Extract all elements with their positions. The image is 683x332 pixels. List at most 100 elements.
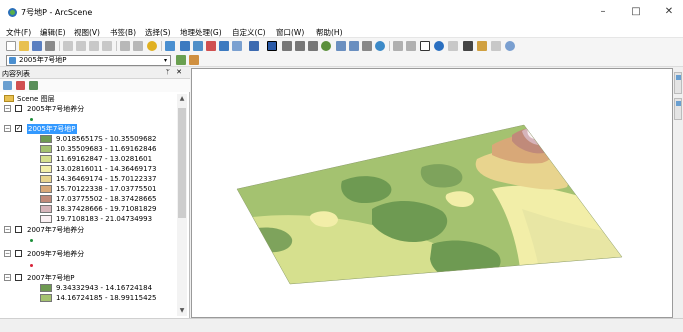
open-folder-icon[interactable]	[19, 41, 29, 51]
undo-icon[interactable]	[120, 41, 130, 51]
legend-class-row[interactable]: 11.69162847 - 13.0281601	[0, 154, 178, 164]
layer-row[interactable]: − 2007年7号地养分	[0, 225, 178, 235]
legend-class-row[interactable]: 9.34332943 - 14.16724184	[0, 283, 178, 293]
collapse-icon[interactable]: −	[4, 226, 11, 233]
pan-icon[interactable]	[362, 41, 372, 51]
layer-visibility-checkbox[interactable]	[15, 250, 22, 257]
catalog-window-icon[interactable]	[180, 41, 190, 51]
select-elements-icon[interactable]	[420, 41, 430, 51]
legend-class-row[interactable]: 17.03775502 - 18.37428665	[0, 194, 178, 204]
maximize-button[interactable]: □	[627, 5, 645, 19]
print-icon[interactable]	[45, 41, 55, 51]
copy-icon[interactable]	[76, 41, 86, 51]
delete-icon[interactable]	[102, 41, 112, 51]
globe-view-icon[interactable]	[505, 41, 515, 51]
toc-scrollbar[interactable]: ▲ ▼	[177, 94, 187, 316]
menu-view[interactable]: 视图(V)	[74, 27, 100, 38]
class-label: 9.01856517S - 10.35509682	[56, 135, 157, 143]
list-by-drawing-order-icon[interactable]	[3, 81, 12, 90]
catalog-dock-tab[interactable]	[674, 72, 682, 94]
add-data-icon[interactable]	[147, 41, 157, 51]
scrollbar-thumb[interactable]	[178, 108, 186, 218]
legend-class-row[interactable]: 15.70122338 - 17.03775501	[0, 184, 178, 194]
menu-geoprocessing[interactable]: 地理处理(G)	[180, 27, 222, 38]
scene-layer-row[interactable]: Scene 图层	[0, 94, 178, 104]
layer-visibility-checkbox[interactable]	[15, 274, 22, 281]
menu-edit[interactable]: 编辑(E)	[40, 27, 66, 38]
cut-icon[interactable]	[63, 41, 73, 51]
menu-file[interactable]: 文件(F)	[6, 27, 31, 38]
zoom-out-icon[interactable]	[349, 41, 359, 51]
scroll-down-icon[interactable]: ▼	[177, 306, 187, 316]
layer-row[interactable]: − 2009年7号地养分	[0, 249, 178, 259]
collapse-icon[interactable]: −	[4, 125, 11, 132]
navigate-icon[interactable]	[249, 41, 259, 51]
set-observer-icon[interactable]	[308, 41, 318, 51]
search-window-icon[interactable]	[193, 41, 203, 51]
fly-icon[interactable]	[267, 41, 277, 51]
redo-icon[interactable]	[133, 41, 143, 51]
arctoolbox-icon[interactable]	[206, 41, 216, 51]
layer-row-selected[interactable]: − ✓ 2005年7号地P	[0, 124, 178, 134]
clear-selection-icon[interactable]	[406, 41, 416, 51]
python-window-icon[interactable]	[219, 41, 229, 51]
layer-visibility-checkbox[interactable]: ✓	[15, 125, 22, 132]
legend-class-row[interactable]: 14.16724185 - 18.99115425	[0, 293, 178, 303]
toc-close-button[interactable]: ✕	[176, 68, 182, 76]
layer-visibility-checkbox[interactable]	[15, 105, 22, 112]
menu-windows[interactable]: 窗口(W)	[276, 27, 304, 38]
find-icon[interactable]	[463, 41, 473, 51]
list-by-source-icon[interactable]	[16, 81, 25, 90]
collapse-icon[interactable]: −	[4, 250, 11, 257]
minimize-button[interactable]: –	[594, 5, 612, 19]
layer-name: 2009年7号地养分	[27, 250, 85, 258]
legend-class-row[interactable]: 9.01856517S - 10.35509682	[0, 134, 178, 144]
center-on-target-icon[interactable]	[282, 41, 292, 51]
toolbar-separator	[116, 41, 117, 51]
class-swatch	[40, 215, 52, 223]
close-button[interactable]: ✕	[660, 5, 678, 19]
menu-help[interactable]: 帮助(H)	[316, 27, 343, 38]
measure-icon[interactable]	[477, 41, 487, 51]
identify-icon[interactable]	[434, 41, 444, 51]
layer-visibility-checkbox[interactable]	[15, 226, 22, 233]
layer-dropdown[interactable]: 2005年7号地P ▾	[6, 55, 171, 66]
full-extent-icon[interactable]	[375, 41, 385, 51]
layer-name: 2005年7号地P	[27, 124, 77, 134]
menu-selection[interactable]: 选择(S)	[145, 27, 171, 38]
zoom-to-target-icon[interactable]	[295, 41, 305, 51]
list-by-visibility-icon[interactable]	[29, 81, 38, 90]
legend-class-row[interactable]: 14.36469174 - 15.70122337	[0, 174, 178, 184]
zoom-in-out-icon[interactable]	[321, 41, 331, 51]
collapse-icon[interactable]: −	[4, 274, 11, 281]
zoom-in-icon[interactable]	[336, 41, 346, 51]
select-features-icon[interactable]	[393, 41, 403, 51]
html-popup-icon[interactable]	[448, 41, 458, 51]
layer-symbol-row	[0, 260, 178, 270]
terrain-surface	[236, 124, 623, 285]
collapse-icon[interactable]: −	[4, 105, 11, 112]
legend-class-row[interactable]: 10.35509683 - 11.69162846	[0, 144, 178, 154]
paste-icon[interactable]	[89, 41, 99, 51]
layer-row[interactable]: − 2005年7号地养分	[0, 104, 178, 114]
search-dock-tab[interactable]	[674, 98, 682, 120]
animation-icon[interactable]	[491, 41, 501, 51]
menu-bookmarks[interactable]: 书签(B)	[110, 27, 136, 38]
legend-class-row[interactable]: 19.7108183 - 21.04734993	[0, 214, 178, 224]
point-symbol-icon	[30, 118, 33, 121]
layer-dropdown-value: 2005年7号地P	[19, 56, 67, 64]
pin-icon[interactable]: ᛘ	[166, 68, 170, 76]
scene-properties-icon[interactable]	[165, 41, 175, 51]
contour-icon[interactable]	[189, 55, 199, 65]
legend-class-row[interactable]: 18.37428666 - 19.71081829	[0, 204, 178, 214]
layer-row[interactable]: − 2007年7号地P	[0, 273, 178, 283]
model-builder-icon[interactable]	[232, 41, 242, 51]
class-swatch	[40, 294, 52, 302]
menu-customize[interactable]: 自定义(C)	[232, 27, 266, 38]
interpolate-icon[interactable]	[176, 55, 186, 65]
scene-view[interactable]	[191, 68, 673, 318]
save-icon[interactable]	[32, 41, 42, 51]
legend-class-row[interactable]: 13.02816011 - 14.36469173	[0, 164, 178, 174]
new-document-icon[interactable]	[6, 41, 16, 51]
scroll-up-icon[interactable]: ▲	[177, 94, 187, 104]
